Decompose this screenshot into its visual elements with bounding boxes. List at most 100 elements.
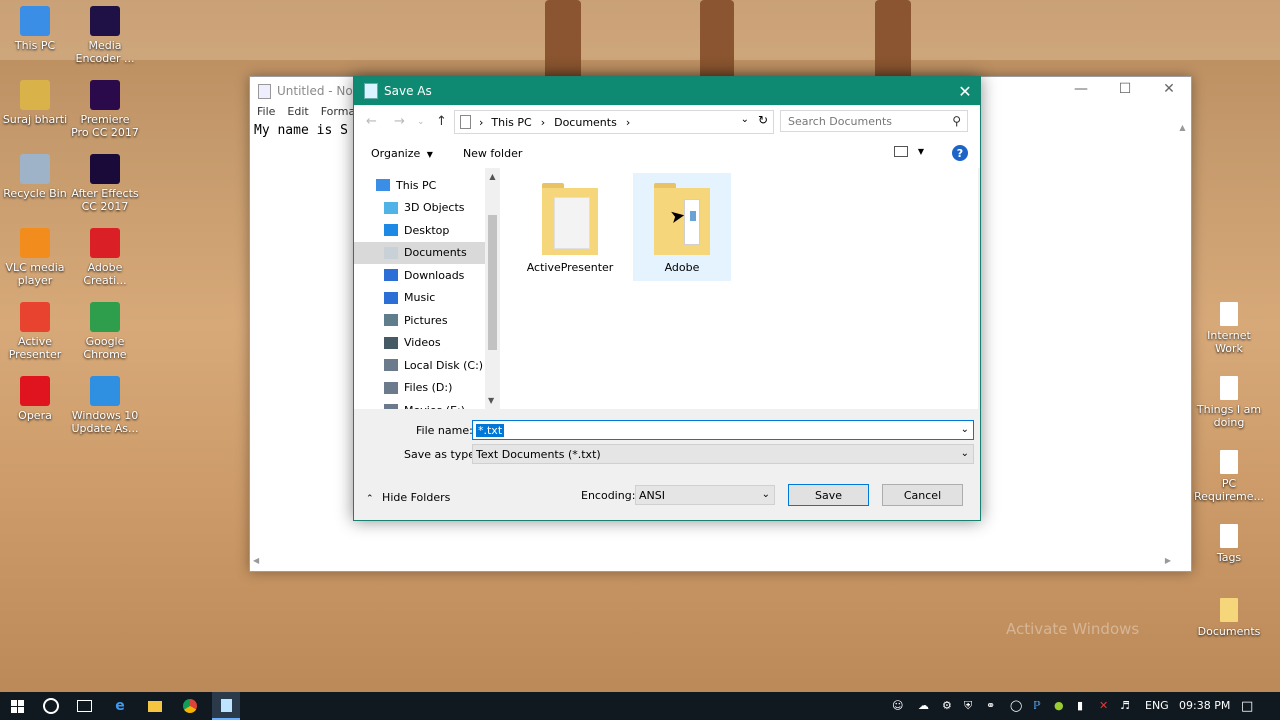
app-icon xyxy=(20,80,50,110)
desktop-icon-label: After Effects CC 2017 xyxy=(71,187,139,213)
battery-icon[interactable]: ▮ xyxy=(1077,699,1083,712)
notepad-taskbar-icon[interactable] xyxy=(212,692,240,720)
cortana-icon[interactable] xyxy=(42,697,60,715)
onedrive-icon[interactable]: ☁ xyxy=(918,699,929,712)
file-explorer-icon[interactable] xyxy=(146,697,164,715)
folder-activepresenter[interactable]: ActivePresenter xyxy=(521,173,619,281)
scroll-right-icon[interactable]: ▶ xyxy=(1165,556,1171,565)
desktop-icon[interactable]: Active Presenter xyxy=(0,302,70,361)
desktop-file-icon[interactable]: PC Requireme... xyxy=(1194,450,1264,503)
nav-item[interactable]: Movies (E:) xyxy=(354,399,485,409)
desktop-file-icon[interactable]: Internet Work xyxy=(1194,302,1264,355)
view-options-icon[interactable] xyxy=(894,146,908,157)
folder-adobe[interactable]: Adobe xyxy=(633,173,731,281)
dialog-close-button[interactable]: ✕ xyxy=(950,77,980,105)
link-icon[interactable]: ⚭ xyxy=(986,699,995,712)
breadcrumb-this-pc[interactable]: This PC xyxy=(491,116,531,129)
nav-item[interactable]: Local Disk (C:) xyxy=(354,354,485,376)
nav-item[interactable]: Pictures xyxy=(354,309,485,331)
encoding-select[interactable]: ANSI ⌄ xyxy=(635,485,775,505)
edge-icon[interactable]: e xyxy=(111,697,129,715)
desktop-icon[interactable]: Opera xyxy=(0,376,70,422)
vertical-scrollbar[interactable]: ▲ xyxy=(1174,123,1191,554)
address-dropdown-icon[interactable]: ⌄ xyxy=(741,114,749,125)
chevron-down-icon: ⌄ xyxy=(761,489,770,500)
close-button[interactable]: ✕ xyxy=(1147,81,1191,97)
nav-item[interactable]: Music xyxy=(354,287,485,309)
chevron-down-icon: ▼ xyxy=(426,149,433,159)
horizontal-scrollbar[interactable]: ◀ ▶ xyxy=(250,554,1191,571)
network-devices-icon[interactable]: ⚙ xyxy=(942,699,952,712)
desktop-icon[interactable]: Suraj bharti xyxy=(0,80,70,126)
menu-file[interactable]: File xyxy=(257,105,275,123)
recent-chevron-icon[interactable]: ⌄ xyxy=(417,117,425,127)
save-as-dialog[interactable]: Save As ✕ ← → ⌄ ↑ › This PC › Documents … xyxy=(353,76,981,521)
chevron-down-icon[interactable]: ⌄ xyxy=(961,424,969,435)
nav-item[interactable]: Desktop xyxy=(354,219,485,241)
help-icon[interactable]: ? xyxy=(952,145,968,161)
scroll-left-icon[interactable]: ◀ xyxy=(253,556,259,565)
volume-icon[interactable]: ♬ xyxy=(1120,699,1130,712)
save-button[interactable]: Save xyxy=(788,484,869,506)
save-type-select[interactable]: Text Documents (*.txt) ⌄ xyxy=(472,444,974,464)
breadcrumb-sep-icon: › xyxy=(625,115,631,129)
breadcrumb[interactable]: › This PC › Documents › ⌄ ↻ xyxy=(454,110,774,134)
desktop-icon[interactable]: Adobe Creati... xyxy=(70,228,140,287)
hide-folders-button[interactable]: ⌃ Hide Folders xyxy=(366,491,450,504)
desktop-icon[interactable]: After Effects CC 2017 xyxy=(70,154,140,213)
desktop-icon[interactable]: This PC xyxy=(0,6,70,52)
documents-icon xyxy=(384,246,398,259)
start-windows-icon[interactable] xyxy=(8,697,26,715)
desktop-icon[interactable]: Windows 10 Update As... xyxy=(70,376,140,435)
menu-edit[interactable]: Edit xyxy=(287,105,308,123)
nav-item[interactable]: Downloads xyxy=(354,264,485,286)
people-icon[interactable]: ☺ xyxy=(892,699,903,712)
bluetooth-icon[interactable]: ℙ xyxy=(1033,699,1041,712)
notepad-icon xyxy=(364,83,378,99)
nav-item[interactable]: This PC xyxy=(354,174,485,196)
cancel-button[interactable]: Cancel xyxy=(882,484,963,506)
address-row: ← → ⌄ ↑ › This PC › Documents › ⌄ ↻ Sear… xyxy=(354,106,980,138)
new-folder-button[interactable]: New folder xyxy=(463,147,522,160)
desktop-file-icon[interactable]: Things I am doing xyxy=(1194,376,1264,429)
desktop-icon[interactable]: Recycle Bin xyxy=(0,154,70,200)
desktop-icon[interactable]: VLC media player xyxy=(0,228,70,287)
desktop-file-icon[interactable]: Documents xyxy=(1194,598,1264,638)
maximize-button[interactable]: ☐ xyxy=(1103,81,1147,97)
opera-tray-icon[interactable]: ◯ xyxy=(1010,699,1022,712)
back-arrow-icon[interactable]: ← xyxy=(366,114,377,129)
navigation-scrollbar[interactable]: ▲ ▼ xyxy=(485,168,500,409)
nav-item-label: Music xyxy=(404,291,436,304)
scroll-up-icon[interactable]: ▲ xyxy=(1174,123,1191,132)
organize-button[interactable]: Organize ▼ xyxy=(371,147,433,160)
search-input[interactable]: Search Documents ⚲ xyxy=(780,110,968,132)
nav-item[interactable]: Videos xyxy=(354,332,485,354)
nav-item[interactable]: 3D Objects xyxy=(354,197,485,219)
3d-objects-icon xyxy=(384,201,398,214)
task-view-icon[interactable] xyxy=(75,697,93,715)
defender-icon[interactable]: ⛨ xyxy=(964,699,972,713)
refresh-icon[interactable]: ↻ xyxy=(758,113,768,127)
clock[interactable]: 09:38 PM xyxy=(1179,699,1230,712)
minimize-button[interactable]: — xyxy=(1059,81,1103,97)
up-arrow-icon[interactable]: ↑ xyxy=(436,114,447,129)
nav-item[interactable]: Documents xyxy=(354,241,485,264)
wifi-off-icon[interactable]: ✕ xyxy=(1099,699,1108,712)
dialog-titlebar[interactable]: Save As ✕ xyxy=(354,77,980,105)
scroll-thumb[interactable] xyxy=(488,215,497,350)
desktop-icon[interactable]: Google Chrome xyxy=(70,302,140,361)
file-name-field[interactable]: *.txt ⌄ xyxy=(472,420,974,440)
nav-item[interactable]: Files (D:) xyxy=(354,377,485,399)
scroll-up-icon[interactable]: ▲ xyxy=(485,172,500,181)
view-dropdown-icon[interactable]: ▼ xyxy=(918,147,924,156)
action-center-icon[interactable]: □ xyxy=(1241,699,1253,714)
chrome-icon[interactable] xyxy=(181,697,199,715)
forward-arrow-icon[interactable]: → xyxy=(394,114,405,129)
desktop-file-icon[interactable]: Tags xyxy=(1194,524,1264,564)
scroll-down-icon[interactable]: ▼ xyxy=(488,396,494,405)
breadcrumb-documents[interactable]: Documents xyxy=(554,116,617,129)
app-tray-icon[interactable]: ● xyxy=(1054,699,1064,712)
language-indicator[interactable]: ENG xyxy=(1145,699,1169,712)
desktop-icon[interactable]: Premiere Pro CC 2017 xyxy=(70,80,140,139)
desktop-icon[interactable]: Media Encoder ... xyxy=(70,6,140,65)
